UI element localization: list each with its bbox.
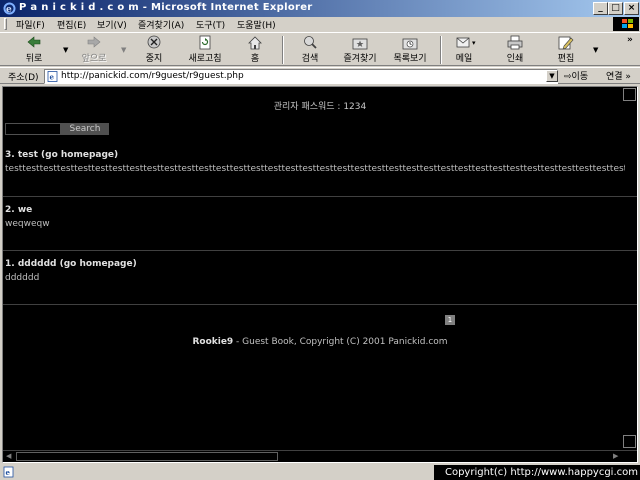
stop-icon xyxy=(147,35,161,49)
maximize-button[interactable]: □ xyxy=(608,2,623,15)
close-button[interactable]: × xyxy=(624,2,639,15)
svg-text:e: e xyxy=(6,5,12,15)
address-input[interactable]: e http://panickid.com/r9guest/r9guest.ph… xyxy=(44,69,558,84)
scroll-down-button[interactable] xyxy=(623,435,636,448)
edit-dropdown-icon[interactable]: ▼ xyxy=(593,46,598,54)
stop-button[interactable]: 중지 xyxy=(134,35,174,65)
entry-title-3[interactable]: 3. test (go homepage) xyxy=(5,150,118,160)
scroll-left-icon[interactable]: ◀ xyxy=(6,452,11,460)
footer-copyright: - Guest Book, Copyright (C) 2001 Panicki… xyxy=(233,337,448,347)
search-globe-icon xyxy=(304,36,317,49)
search-button[interactable]: 검색 xyxy=(290,35,330,65)
search-label: 검색 xyxy=(301,54,319,64)
address-dropdown-icon[interactable]: ▼ xyxy=(546,70,558,82)
back-label: 뒤로 xyxy=(25,54,43,64)
toolbar-chevron-icon[interactable]: » xyxy=(627,35,633,45)
entry-body-1: dddddd xyxy=(5,273,40,283)
mail-dropdown-icon[interactable]: ▾ xyxy=(472,39,476,47)
admin-password-text: 관리자 패스워드 : 1234 xyxy=(273,102,367,112)
home-icon xyxy=(248,36,262,50)
forward-arrow-icon xyxy=(87,36,101,48)
menu-view[interactable]: 보기(V) xyxy=(97,18,127,31)
refresh-button[interactable]: 새로고침 xyxy=(182,35,228,65)
scrollbar-thumb[interactable] xyxy=(16,452,278,461)
history-icon xyxy=(402,38,418,50)
entry-divider xyxy=(3,304,637,305)
edit-label: 편집 xyxy=(557,54,575,64)
horizontal-scrollbar[interactable]: ◀ ▶ xyxy=(3,450,637,462)
pagination-page-1[interactable]: 1 xyxy=(445,315,455,325)
menu-edit[interactable]: 편집(E) xyxy=(57,18,86,31)
page-footer: Rookie9 - Guest Book, Copyright (C) 2001… xyxy=(3,337,637,347)
refresh-label: 새로고침 xyxy=(188,54,222,64)
print-label: 인쇄 xyxy=(506,54,524,64)
go-button[interactable]: ⇨이동 xyxy=(564,69,588,82)
page-content: 관리자 패스워드 : 1234 Search 3. test (go homep… xyxy=(2,86,638,463)
address-bar: 주소(D) e http://panickid.com/r9guest/r9gu… xyxy=(0,67,640,84)
entry-title-1[interactable]: 1. dddddd (go homepage) xyxy=(5,259,137,269)
menu-help[interactable]: 도움말(H) xyxy=(237,18,276,31)
history-label: 목록보기 xyxy=(393,54,427,64)
edit-pencil-icon xyxy=(558,36,574,50)
standard-toolbar: 뒤로 ▼ 앞으로 ▼ 중지 새로고침 홈 검색 즐겨찾기 목록보기 메일 ▾ 인… xyxy=(0,32,640,66)
internet-explorer-icon: e xyxy=(3,2,16,15)
edit-button[interactable]: 편집 xyxy=(550,35,582,65)
scroll-right-icon[interactable]: ▶ xyxy=(613,452,618,460)
copyright-banner: Copyright(c) http://www.happycgi.com xyxy=(434,465,640,480)
footer-brand: Rookie9 xyxy=(192,337,234,347)
back-button[interactable]: 뒤로 xyxy=(14,35,54,65)
status-page-icon: e xyxy=(3,466,14,478)
favorites-label: 즐겨찾기 xyxy=(343,54,377,64)
back-dropdown-icon[interactable]: ▼ xyxy=(63,46,68,54)
menu-grip xyxy=(4,18,7,30)
entry-divider xyxy=(3,250,637,251)
mail-icon xyxy=(456,37,470,48)
forward-dropdown-icon[interactable]: ▼ xyxy=(121,46,126,54)
links-button[interactable]: 연결 » xyxy=(606,69,631,82)
forward-label: 앞으로 xyxy=(81,54,107,64)
menu-favorites[interactable]: 즐겨찾기(A) xyxy=(138,18,184,31)
toolbar-separator xyxy=(440,36,442,64)
print-button[interactable]: 인쇄 xyxy=(498,35,532,65)
home-label: 홈 xyxy=(250,54,260,64)
toolbar-separator xyxy=(282,36,284,64)
windows-logo-icon xyxy=(613,17,639,31)
forward-button[interactable]: 앞으로 xyxy=(74,35,114,65)
refresh-icon xyxy=(199,35,211,50)
mail-label: 메일 xyxy=(455,54,473,64)
address-label: 주소(D) xyxy=(8,73,39,83)
home-button[interactable]: 홈 xyxy=(238,35,272,65)
menu-tools[interactable]: 도구(T) xyxy=(196,18,225,31)
svg-text:e: e xyxy=(50,73,55,82)
search-input[interactable] xyxy=(5,123,61,135)
browser-window: e P a n i c k i d . c o m - Microsoft In… xyxy=(0,0,640,480)
go-label: 이동 xyxy=(571,72,589,82)
page-icon: e xyxy=(47,71,58,82)
address-url: http://panickid.com/r9guest/r9guest.php xyxy=(61,71,244,81)
menu-file[interactable]: 파일(F) xyxy=(16,18,45,31)
go-arrow-icon: ⇨ xyxy=(564,72,572,82)
stop-label: 중지 xyxy=(145,54,163,64)
minimize-button[interactable]: _ xyxy=(593,2,608,15)
entry-divider xyxy=(3,196,637,197)
window-title: P a n i c k i d . c o m - Microsoft Inte… xyxy=(19,2,313,13)
entry-title-2: 2. we xyxy=(5,205,33,215)
printer-icon xyxy=(507,35,523,50)
entry-body-3: testtesttesttesttesttesttesttesttesttest… xyxy=(5,164,625,174)
mail-button[interactable]: 메일 xyxy=(446,35,482,65)
entry-body-2: weqweqw xyxy=(5,219,50,229)
favorites-button[interactable]: 즐겨찾기 xyxy=(336,35,384,65)
menu-bar: 파일(F) 편집(E) 보기(V) 즐겨찾기(A) 도구(T) 도움말(H) xyxy=(0,17,640,31)
back-arrow-icon xyxy=(27,36,41,48)
svg-text:e: e xyxy=(6,468,11,477)
favorites-folder-icon xyxy=(352,38,368,50)
title-bar[interactable]: e P a n i c k i d . c o m - Microsoft In… xyxy=(0,0,640,17)
search-submit-button[interactable]: Search xyxy=(61,123,109,135)
history-button[interactable]: 목록보기 xyxy=(388,35,432,65)
